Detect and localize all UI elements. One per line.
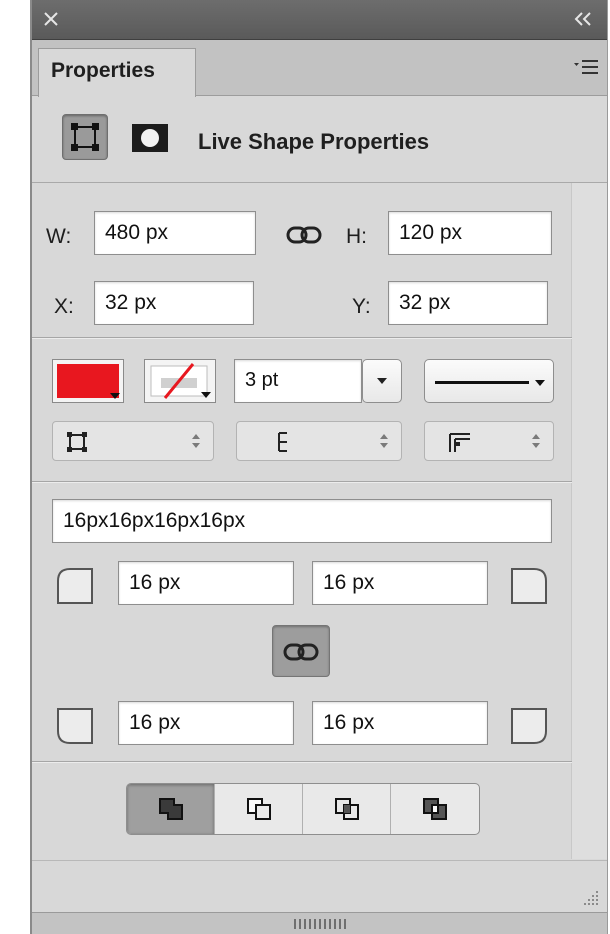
panel-menu-icon[interactable] (573, 58, 599, 78)
exclude-overlapping-icon (423, 798, 447, 820)
vertical-scrollbar[interactable] (571, 183, 607, 859)
dropdown-arrow-icon (110, 393, 120, 399)
mask-button[interactable] (128, 116, 172, 160)
path-operations-group (126, 783, 480, 835)
live-shape-icon (71, 123, 99, 151)
y-field[interactable]: 32 px (388, 281, 548, 325)
stepper-arrows-icon (380, 434, 388, 448)
stroke-align-icon (67, 432, 87, 452)
fill-color-swatch[interactable] (52, 359, 124, 403)
stroke-width-dropdown[interactable] (362, 359, 402, 403)
divider (32, 761, 572, 763)
corner-radius-summary-field[interactable]: 16px16px16px16px (52, 499, 552, 543)
top-left-corner-icon (57, 568, 93, 604)
link-corner-radii-button[interactable] (272, 625, 330, 677)
chevron-down-icon (377, 378, 387, 384)
shape-type-row: Live Shape Properties (32, 96, 607, 182)
close-icon[interactable] (42, 10, 60, 28)
stroke-cap-icon (278, 432, 287, 452)
link-icon[interactable] (286, 225, 322, 245)
double-chevron-left-icon[interactable] (573, 12, 593, 26)
combine-shapes-button[interactable] (127, 784, 215, 834)
stroke-align-select[interactable] (52, 421, 214, 461)
stepper-arrows-icon (192, 434, 200, 448)
solid-line-icon (435, 380, 545, 386)
width-label: W: (46, 225, 72, 248)
properties-panel: Properties Live Shape Properties W: 480 … (30, 0, 608, 934)
drag-handle-icon[interactable] (294, 919, 350, 929)
x-field[interactable]: 32 px (94, 281, 254, 325)
panel-bottom-bar (32, 860, 607, 912)
bottom-left-radius-field[interactable]: 16 px (118, 701, 294, 745)
y-label: Y: (352, 295, 371, 318)
stroke-corner-select[interactable] (424, 421, 554, 461)
x-label: X: (54, 295, 74, 318)
exclude-overlapping-button[interactable] (391, 784, 479, 834)
tab-properties[interactable]: Properties (38, 48, 196, 97)
height-label: H: (346, 225, 367, 248)
bottom-right-corner-icon (511, 708, 547, 744)
mask-icon (132, 124, 168, 152)
panel-dock-footer (32, 912, 607, 934)
bottom-left-corner-icon (57, 708, 93, 744)
panel-titlebar (32, 0, 607, 40)
divider (32, 481, 572, 483)
tab-properties-label: Properties (51, 59, 155, 82)
tab-row: Properties (32, 40, 607, 97)
top-right-radius-field[interactable]: 16 px (312, 561, 488, 605)
link-icon (283, 643, 319, 661)
divider (32, 337, 572, 339)
height-field[interactable]: 120 px (388, 211, 552, 255)
top-right-corner-icon (511, 568, 547, 604)
subtract-front-shape-button[interactable] (215, 784, 303, 834)
resize-grip-icon[interactable] (583, 890, 599, 906)
intersect-shapes-button[interactable] (303, 784, 391, 834)
bottom-right-radius-field[interactable]: 16 px (312, 701, 488, 745)
combine-shapes-icon (159, 798, 183, 820)
subtract-front-shape-icon (247, 798, 271, 820)
stroke-corner-icon (449, 433, 470, 452)
width-field[interactable]: 480 px (94, 211, 256, 255)
live-shape-heading: Live Shape Properties (198, 129, 430, 154)
stroke-color-swatch[interactable] (144, 359, 216, 403)
no-stroke-icon (150, 363, 211, 399)
intersect-shapes-icon (335, 798, 359, 820)
stroke-type-dropdown[interactable] (424, 359, 554, 403)
stepper-arrows-icon (532, 434, 540, 448)
top-left-radius-field[interactable]: 16 px (118, 561, 294, 605)
properties-scroll-area: W: 480 px H: 120 px X: 32 px Y: 32 px 3 … (32, 182, 607, 860)
stroke-cap-select[interactable] (236, 421, 402, 461)
stroke-width-field[interactable]: 3 pt (234, 359, 362, 403)
live-shape-button[interactable] (62, 114, 108, 160)
